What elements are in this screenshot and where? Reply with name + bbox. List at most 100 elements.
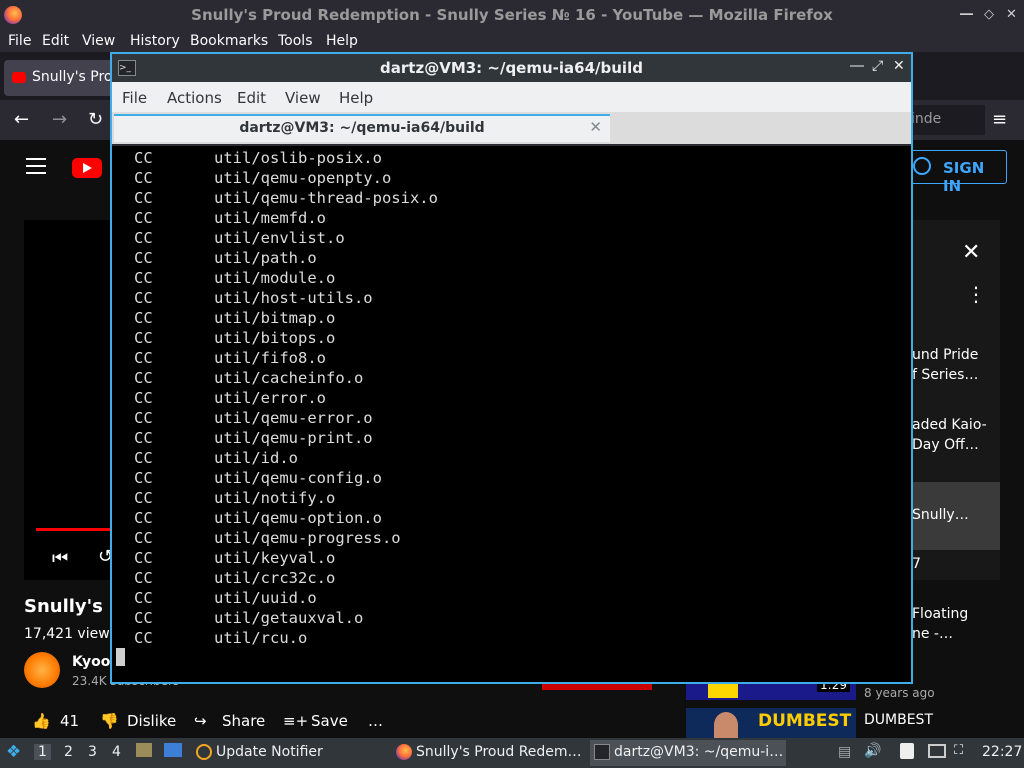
object-file: util/uuid.o (214, 589, 317, 607)
compile-command: CC (134, 389, 153, 407)
dislike-icon[interactable]: 👎 (100, 712, 119, 730)
save-button[interactable]: Save (311, 712, 348, 730)
terminal-line: CC util/qemu-openpty.o (134, 168, 438, 188)
browser-tab-title: Snully's Proud Redemption (32, 69, 112, 85)
terminal-menu-view[interactable]: View (285, 89, 321, 107)
terminal-line: CC util/bitops.o (134, 328, 438, 348)
terminal-output[interactable]: CC util/oslib-posix.o CC util/qemu-openpty.… (112, 146, 911, 682)
minimize-icon[interactable]: ― (960, 7, 973, 22)
compile-command: CC (134, 189, 153, 207)
share-button[interactable]: Share (222, 712, 265, 730)
network-icon[interactable] (928, 744, 946, 758)
taskbar-update-notifier[interactable]: Update Notifier (192, 740, 382, 766)
browser-tab[interactable]: Snully's Proud Redemption (4, 60, 114, 96)
minimize-icon[interactable]: ― (850, 58, 864, 74)
playlist-item-title[interactable]: f Series… (912, 365, 998, 385)
recommended-title[interactable]: ne -… (912, 624, 998, 644)
close-icon[interactable]: ✕ (1006, 7, 1017, 22)
youtube-logo-icon[interactable] (72, 158, 102, 178)
desktop-1[interactable]: 1 (34, 744, 51, 760)
more-actions-icon[interactable]: … (368, 712, 383, 730)
maximize-icon[interactable]: ◇ (984, 7, 994, 22)
youtube-favicon-icon (12, 72, 26, 83)
firefox-icon (396, 744, 412, 760)
url-bar[interactable]: inde (905, 105, 985, 135)
object-file: util/bitops.o (214, 329, 336, 347)
channel-avatar[interactable] (24, 652, 60, 688)
compile-command: CC (134, 349, 153, 367)
terminal-menu-help[interactable]: Help (339, 89, 373, 107)
maximize-icon[interactable]: ⤢ (872, 58, 883, 74)
playlist-count: 7 (912, 556, 921, 572)
menu-file[interactable]: File (8, 33, 31, 49)
dislike-button[interactable]: Dislike (127, 712, 176, 730)
close-tab-icon[interactable]: ✕ (589, 118, 602, 136)
playlist-item-title[interactable]: Day Off… (912, 435, 998, 455)
sign-in-button[interactable]: SIGN IN (902, 150, 1007, 195)
compile-command: CC (134, 509, 153, 527)
close-playlist-icon[interactable]: ✕ (962, 240, 980, 265)
reload-icon[interactable]: ↻ (88, 109, 103, 130)
file-manager-icon[interactable] (136, 743, 152, 757)
app-launcher-icon[interactable]: ❖ (6, 742, 21, 762)
terminal-line: CC util/cacheinfo.o (134, 368, 438, 388)
close-icon[interactable]: ✕ (893, 58, 905, 74)
compile-command: CC (134, 149, 153, 167)
terminal-line: CC util/bitmap.o (134, 308, 438, 328)
hamburger-menu-icon[interactable] (26, 158, 46, 174)
terminal-menu-actions[interactable]: Actions (167, 89, 222, 107)
terminal-menu-file[interactable]: File (122, 89, 147, 107)
terminal-menubar: File Actions Edit View Help (112, 82, 911, 112)
playlist-item-title[interactable]: aded Kaio- (912, 415, 998, 435)
scroll-icon[interactable]: ▤ (838, 744, 851, 760)
terminal-line: CC util/path.o (134, 248, 438, 268)
object-file: util/host-utils.o (214, 289, 373, 307)
save-icon[interactable]: ≡+ (283, 712, 308, 730)
video-progress-bar[interactable] (36, 528, 116, 531)
menu-bookmarks[interactable]: Bookmarks (190, 33, 268, 49)
recommended-thumbnail[interactable]: DUMBEST (686, 708, 856, 738)
taskbar-firefox[interactable]: Snully's Proud Redem… (392, 740, 584, 766)
app-menu-icon[interactable]: ≡ (992, 109, 1007, 130)
notification-icon[interactable]: ⛶ (954, 743, 963, 758)
terminal-line: CC util/qemu-option.o (134, 508, 438, 528)
clock[interactable]: 22:27 (982, 744, 1022, 760)
back-icon[interactable]: ← (14, 109, 29, 130)
object-file: util/qemu-option.o (214, 509, 382, 527)
compile-command: CC (134, 249, 153, 267)
menu-tools[interactable]: Tools (278, 33, 313, 49)
like-icon[interactable]: 👍 (32, 712, 51, 730)
menu-help[interactable]: Help (326, 33, 358, 49)
forward-icon[interactable]: → (52, 109, 67, 130)
terminal-tab[interactable]: dartz@VM3: ~/qemu-ia64/build ✕ (114, 114, 610, 142)
terminal-menu-edit[interactable]: Edit (237, 89, 266, 107)
recommended-title[interactable]: Floating (912, 604, 998, 624)
object-file: util/cacheinfo.o (214, 369, 364, 387)
compile-command: CC (134, 469, 153, 487)
thumbnail-text: DUMBEST (758, 711, 852, 731)
desktop-4[interactable]: 4 (112, 744, 121, 760)
desktop-3[interactable]: 3 (88, 744, 97, 760)
window-title: Snully's Proud Redemption - Snully Serie… (191, 6, 833, 24)
menu-history[interactable]: History (130, 33, 180, 49)
desktop-2[interactable]: 2 (64, 744, 73, 760)
menu-edit[interactable]: Edit (42, 33, 69, 49)
playlist-item-title[interactable]: Snully… (912, 505, 998, 525)
recommended-title[interactable]: DUMBEST (864, 712, 933, 728)
terminal-line: CC util/crc32c.o (134, 568, 438, 588)
terminal-line: CC util/getauxval.o (134, 608, 438, 628)
taskbar-terminal[interactable]: dartz@VM3: ~/qemu-i… (590, 740, 786, 766)
terminal-line: CC util/fifo8.o (134, 348, 438, 368)
like-count[interactable]: 41 (60, 712, 79, 730)
terminal-line: CC util/qemu-thread-posix.o (134, 188, 438, 208)
share-icon[interactable]: ↪ (194, 712, 207, 730)
volume-icon[interactable]: 🔊 (864, 743, 881, 759)
playlist-item-title[interactable]: und Pride (912, 345, 998, 365)
previous-icon[interactable]: ⏮ (52, 548, 68, 569)
terminal-line: CC util/envlist.o (134, 228, 438, 248)
object-file: util/error.o (214, 389, 326, 407)
clipboard-icon[interactable] (900, 743, 914, 759)
menu-view[interactable]: View (82, 33, 115, 49)
more-options-icon[interactable]: ⋮ (966, 282, 986, 306)
show-desktop-icon[interactable] (164, 743, 182, 757)
